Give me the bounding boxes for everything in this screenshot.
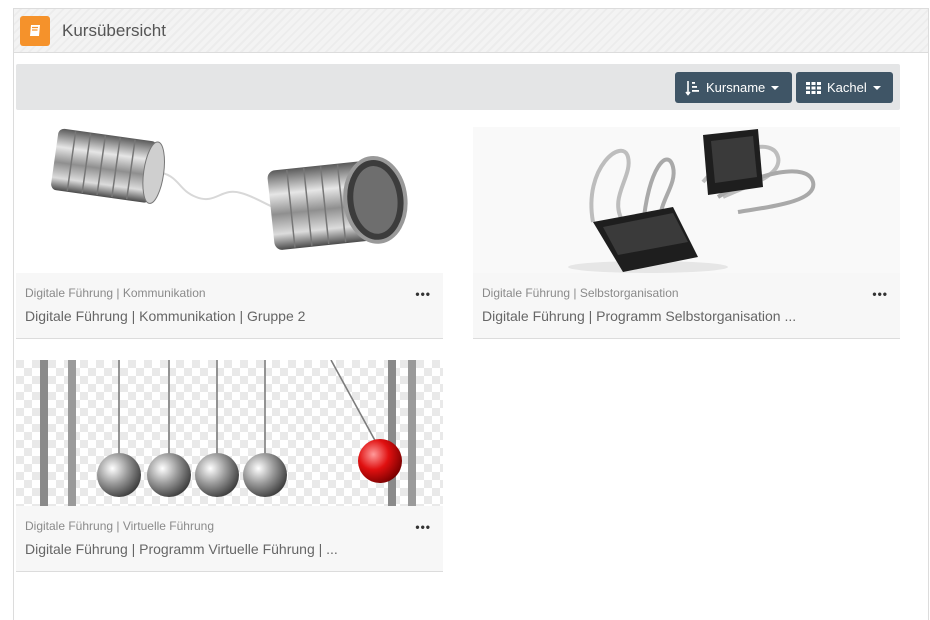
course-card[interactable]: Digitale Führung | Virtuelle Führung Dig… bbox=[16, 360, 443, 572]
caret-down-icon bbox=[771, 85, 780, 90]
course-name[interactable]: Digitale Führung | Kommunikation | Grupp… bbox=[25, 308, 305, 324]
course-toolbar: Kursname Kachel bbox=[16, 64, 900, 110]
binder-clips-image[interactable] bbox=[473, 127, 900, 273]
course-category: Digitale Führung | Virtuelle Führung bbox=[25, 519, 214, 533]
more-options-icon[interactable]: ••• bbox=[415, 520, 431, 534]
caret-down-icon bbox=[872, 85, 881, 90]
sort-ascending-icon bbox=[685, 80, 701, 96]
book-icon bbox=[20, 15, 50, 46]
tin-can-telephone-image[interactable] bbox=[16, 127, 443, 273]
view-label: Kachel bbox=[827, 80, 867, 95]
view-dropdown-button[interactable]: Kachel bbox=[796, 72, 893, 103]
course-category: Digitale Führung | Kommunikation bbox=[25, 286, 206, 300]
more-options-icon[interactable]: ••• bbox=[872, 287, 888, 301]
more-options-icon[interactable]: ••• bbox=[415, 287, 431, 301]
course-name[interactable]: Digitale Führung | Programm Virtuelle Fü… bbox=[25, 541, 338, 557]
course-card[interactable]: Digitale Führung | Kommunikation Digital… bbox=[16, 127, 443, 339]
course-category: Digitale Führung | Selbstorganisation bbox=[482, 286, 679, 300]
sort-dropdown-button[interactable]: Kursname bbox=[675, 72, 792, 103]
newtons-cradle-image[interactable] bbox=[16, 360, 443, 506]
grid-icon bbox=[806, 81, 822, 95]
course-card[interactable]: Digitale Führung | Selbstorganisation Di… bbox=[473, 127, 900, 339]
page-title: Kursübersicht bbox=[62, 20, 166, 40]
course-name[interactable]: Digitale Führung | Programm Selbstorgani… bbox=[482, 308, 796, 324]
sort-label: Kursname bbox=[706, 80, 766, 95]
panel-header: Kursübersicht bbox=[14, 9, 928, 53]
